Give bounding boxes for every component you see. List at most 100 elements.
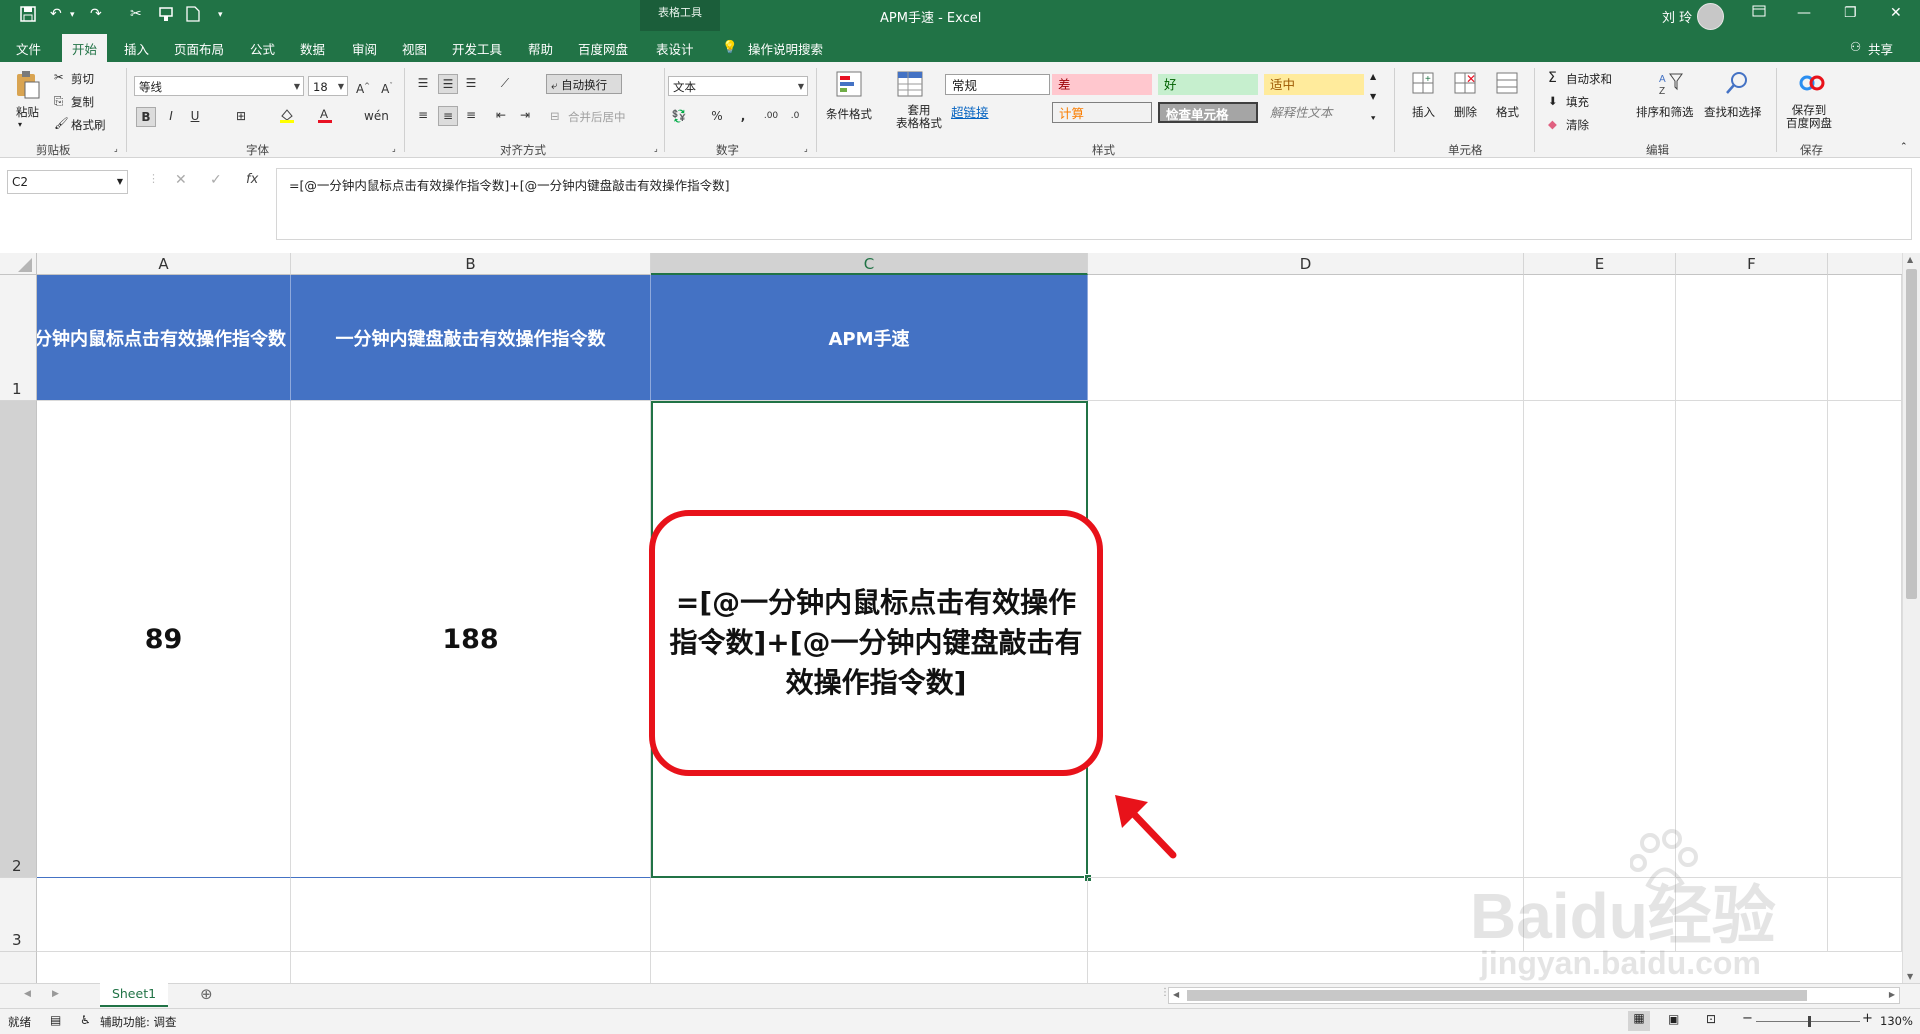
font-color-icon[interactable]: A: [316, 107, 334, 125]
tab-page-layout[interactable]: 页面布局: [174, 39, 224, 58]
save-baidu-button[interactable]: 保存到 百度网盘: [1786, 104, 1832, 130]
paste-dropdown-icon[interactable]: ▾: [18, 120, 22, 129]
conditional-format-button[interactable]: 条件格式: [826, 106, 872, 122]
fill-color-icon[interactable]: [278, 107, 296, 125]
column-header-a[interactable]: A: [37, 253, 291, 275]
orientation-icon[interactable]: ⟋: [496, 74, 514, 92]
cell-e2[interactable]: [1524, 401, 1676, 878]
cell-e1[interactable]: [1524, 275, 1676, 401]
insert-function-button[interactable]: fx: [246, 172, 258, 187]
minimize-icon[interactable]: —: [1797, 5, 1811, 21]
zoom-level[interactable]: 130%: [1880, 1014, 1913, 1028]
decrease-decimal-icon[interactable]: .0: [786, 107, 804, 125]
cell-a4[interactable]: [37, 952, 291, 983]
cell-a3[interactable]: [37, 878, 291, 952]
insert-cells-icon[interactable]: +: [1410, 70, 1436, 96]
baidu-netdisk-icon[interactable]: [1798, 70, 1825, 96]
tab-view[interactable]: 视图: [402, 39, 427, 58]
copy-button[interactable]: 复制: [71, 94, 94, 110]
decrease-font-icon[interactable]: Aˇ: [378, 77, 396, 96]
tell-me-search[interactable]: 操作说明搜索: [748, 39, 823, 58]
number-format-select[interactable]: 文本 ▼: [668, 76, 808, 96]
autosum-button[interactable]: 自动求和: [1566, 71, 1612, 87]
vertical-scrollbar[interactable]: ▲ ▼: [1902, 253, 1920, 983]
tab-data[interactable]: 数据: [300, 39, 325, 58]
collapse-ribbon-icon[interactable]: ⌃: [1900, 142, 1908, 152]
align-bottom-icon[interactable]: ☰: [462, 74, 480, 92]
formula-input[interactable]: =[@一分钟内鼠标点击有效操作指令数]+[@一分钟内键盘敲击有效操作指令数]: [276, 168, 1912, 240]
comma-button[interactable]: ,: [734, 107, 752, 125]
format-painter-icon[interactable]: [158, 6, 174, 26]
normal-view-icon[interactable]: ▦: [1628, 1011, 1650, 1031]
cell-g2[interactable]: [1828, 401, 1902, 878]
cell-b4[interactable]: [291, 952, 651, 983]
styles-scroll-up-icon[interactable]: ▲: [1370, 72, 1376, 81]
dialog-launcher-icon[interactable]: ⌟: [114, 144, 118, 153]
tab-insert[interactable]: 插入: [124, 39, 149, 58]
cell-f1[interactable]: [1676, 275, 1828, 401]
paste-icon[interactable]: [15, 70, 41, 99]
align-top-icon[interactable]: ☰: [414, 74, 432, 92]
increase-font-icon[interactable]: A^: [354, 77, 372, 96]
cancel-icon[interactable]: ✕: [175, 172, 187, 188]
tab-table-design[interactable]: 表设计: [656, 39, 694, 58]
align-middle-icon[interactable]: ☰: [438, 74, 458, 94]
format-as-table-button[interactable]: 套用 表格格式: [896, 104, 942, 130]
decrease-indent-icon[interactable]: ⇤: [492, 106, 510, 124]
undo-dropdown-icon[interactable]: ▾: [70, 10, 75, 20]
macro-record-icon[interactable]: ▤: [50, 1013, 61, 1027]
percent-button[interactable]: %: [708, 107, 726, 125]
page-layout-view-icon[interactable]: ▣: [1668, 1012, 1679, 1026]
align-left-icon[interactable]: ≡: [414, 106, 432, 124]
undo-icon[interactable]: ↶: [50, 6, 62, 22]
style-normal[interactable]: 常规: [945, 74, 1050, 95]
font-name-select[interactable]: 等线 ▼: [134, 76, 304, 96]
insert-button[interactable]: 插入: [1412, 104, 1435, 120]
customize-icon[interactable]: ▾: [218, 10, 223, 20]
accessibility-icon[interactable]: ♿: [80, 1013, 91, 1027]
cell-b3[interactable]: [291, 878, 651, 952]
column-header-f[interactable]: F: [1676, 253, 1828, 275]
user-name[interactable]: 刘 玲: [1662, 7, 1692, 26]
share-icon[interactable]: ⚇: [1850, 39, 1861, 54]
delete-cells-icon[interactable]: ✕: [1452, 70, 1478, 96]
zoom-out-icon[interactable]: −: [1742, 1011, 1753, 1026]
cell-f2[interactable]: [1676, 401, 1828, 878]
italic-button[interactable]: I: [162, 107, 180, 125]
enter-icon[interactable]: ✓: [210, 172, 222, 188]
style-neutral[interactable]: 适中: [1264, 74, 1364, 95]
table-header-cell-c1[interactable]: APM手速: [651, 275, 1088, 401]
scroll-down-icon[interactable]: ▼: [1907, 972, 1913, 981]
formula-bar-options-icon[interactable]: ⋮: [148, 172, 159, 185]
select-all-corner[interactable]: [0, 253, 37, 275]
increase-decimal-icon[interactable]: .00: [762, 107, 780, 125]
cell-c4[interactable]: [651, 952, 1088, 983]
tab-baidu-netdisk[interactable]: 百度网盘: [578, 39, 628, 58]
column-header-b[interactable]: B: [291, 253, 651, 275]
align-center-icon[interactable]: ≡: [438, 106, 458, 126]
cell-g1[interactable]: [1828, 275, 1902, 401]
styles-scroll-down-icon[interactable]: ▼: [1370, 92, 1376, 101]
horizontal-scroll-thumb[interactable]: [1187, 990, 1807, 1001]
border-icon[interactable]: ⊞: [232, 107, 250, 125]
tab-file[interactable]: 文件: [16, 39, 41, 58]
tab-formulas[interactable]: 公式: [250, 39, 275, 58]
style-explanatory[interactable]: 解释性文本: [1264, 102, 1364, 123]
cell-a2[interactable]: 89: [37, 401, 291, 878]
sheet-tab-sheet1[interactable]: Sheet1: [100, 983, 168, 1007]
scroll-left-icon[interactable]: ◀: [1173, 990, 1179, 999]
fill-button[interactable]: 填充: [1566, 94, 1589, 110]
horizontal-scrollbar[interactable]: ◀ ▶: [1168, 987, 1900, 1004]
paste-button[interactable]: 粘贴: [16, 104, 39, 120]
format-as-table-icon[interactable]: [896, 70, 923, 97]
cell-d3[interactable]: [1088, 878, 1524, 952]
styles-more-icon[interactable]: ⯆: [1370, 114, 1376, 124]
wrap-text-button[interactable]: ⤶ 自动换行: [546, 74, 622, 94]
add-sheet-icon[interactable]: ⊕: [200, 985, 213, 1003]
scroll-up-icon[interactable]: ▲: [1907, 255, 1913, 264]
style-calculation[interactable]: 计算: [1052, 102, 1152, 123]
cut-icon[interactable]: ✂: [130, 6, 142, 22]
tab-review[interactable]: 审阅: [352, 39, 377, 58]
column-header-c[interactable]: C: [651, 253, 1088, 275]
restore-icon[interactable]: ❐: [1844, 5, 1857, 21]
